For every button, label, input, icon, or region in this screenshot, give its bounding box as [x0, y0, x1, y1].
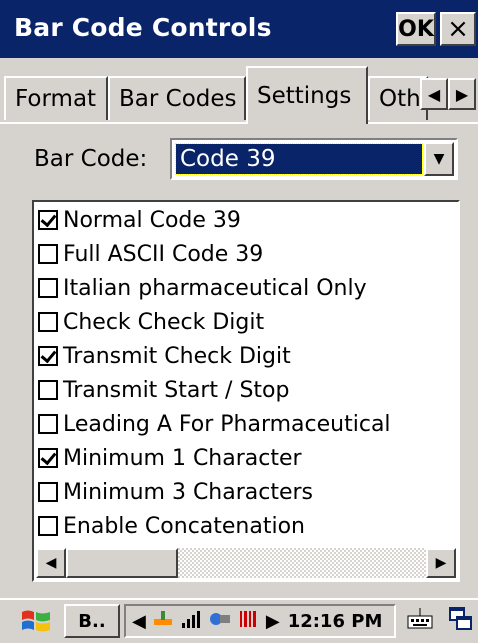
tab-scroll-left-button[interactable]: ◀ [420, 78, 448, 110]
system-tray: ◀ ▶ 12:16 PM [124, 604, 396, 638]
tab-scroll-right-button[interactable]: ▶ [448, 78, 476, 110]
option-label: Leading A For Pharmaceutical [63, 412, 391, 437]
list-item[interactable]: Full ASCII Code 39 [38, 238, 263, 270]
barcode-select[interactable]: Code 39 ▼ [170, 138, 458, 180]
taskbar-app-button[interactable]: B.. [64, 604, 120, 638]
barcode-selected-value[interactable]: Code 39 [176, 144, 422, 174]
checkbox[interactable] [38, 482, 58, 502]
scroll-left-button[interactable]: ◀ [36, 548, 66, 578]
list-item[interactable]: Check Check Digit [38, 306, 264, 338]
title-bar: Bar Code Controls OK × [0, 0, 478, 58]
list-item[interactable]: Minimum 1 Character [38, 442, 302, 474]
window-title: Bar Code Controls [14, 13, 272, 42]
tab-other[interactable]: Oth [368, 76, 428, 120]
window-switch-icon[interactable] [446, 606, 476, 636]
dropdown-arrow-icon[interactable]: ▼ [424, 142, 454, 176]
list-item[interactable]: Italian pharmaceutical Only [38, 272, 367, 304]
list-item[interactable]: Transmit Start / Stop [38, 374, 289, 406]
list-item[interactable]: Transmit Check Digit [38, 340, 291, 372]
tab-bar-codes[interactable]: Bar Codes [108, 76, 246, 120]
barcode-label: Bar Code: [34, 146, 147, 172]
ok-button[interactable]: OK [396, 12, 436, 46]
tab-strip: Format Bar Codes Settings Oth [0, 58, 478, 122]
tray-expand-icon[interactable]: ▶ [266, 611, 280, 632]
options-list[interactable]: Normal Code 39 Full ASCII Code 39 Italia… [32, 200, 460, 582]
checkbox[interactable] [38, 210, 58, 230]
checkbox[interactable] [38, 244, 58, 264]
barcode-icon[interactable] [238, 609, 260, 634]
keyboard-icon[interactable] [404, 606, 436, 636]
taskbar: B.. ◀ ▶ 12:16 PM [0, 598, 478, 643]
checkbox[interactable] [38, 448, 58, 468]
list-item[interactable]: Normal Code 39 [38, 204, 241, 236]
list-item[interactable]: Leading A For Pharmaceutical [38, 408, 391, 440]
clock[interactable]: 12:16 PM [288, 611, 383, 632]
checkbox[interactable] [38, 312, 58, 332]
tab-scroll-arrows: ◀ ▶ [420, 78, 478, 112]
windows-flag-icon[interactable] [16, 606, 56, 638]
option-label: Transmit Start / Stop [63, 378, 289, 403]
option-label: Check Check Digit [63, 310, 264, 335]
tab-settings[interactable]: Settings [246, 66, 368, 124]
checkbox[interactable] [38, 380, 58, 400]
scroll-right-button[interactable]: ▶ [426, 548, 456, 578]
option-label: Enable Concatenation [63, 514, 305, 539]
checkbox[interactable] [38, 414, 58, 434]
scrollbar-thumb[interactable] [66, 548, 178, 578]
checkbox[interactable] [38, 278, 58, 298]
option-label: Transmit Check Digit [63, 344, 291, 369]
option-label: Minimum 1 Character [63, 446, 302, 471]
checkbox[interactable] [38, 346, 58, 366]
list-item[interactable]: Minimum 3 Characters [38, 476, 313, 508]
signal-icon[interactable] [180, 609, 202, 634]
tray-scroll-left-icon[interactable]: ◀ [132, 611, 146, 632]
option-label: Full ASCII Code 39 [63, 242, 263, 267]
checkbox[interactable] [38, 516, 58, 536]
horizontal-scrollbar[interactable]: ◀ ▶ [36, 548, 456, 578]
tab-format[interactable]: Format [4, 76, 108, 120]
tab-divider [0, 122, 478, 124]
network-icon[interactable] [152, 609, 174, 634]
close-button[interactable]: × [440, 12, 476, 46]
list-item[interactable]: Enable Concatenation [38, 510, 305, 542]
sync-icon[interactable] [208, 609, 232, 634]
option-label: Minimum 3 Characters [63, 480, 313, 505]
option-label: Italian pharmaceutical Only [63, 276, 367, 301]
option-label: Normal Code 39 [63, 208, 241, 233]
